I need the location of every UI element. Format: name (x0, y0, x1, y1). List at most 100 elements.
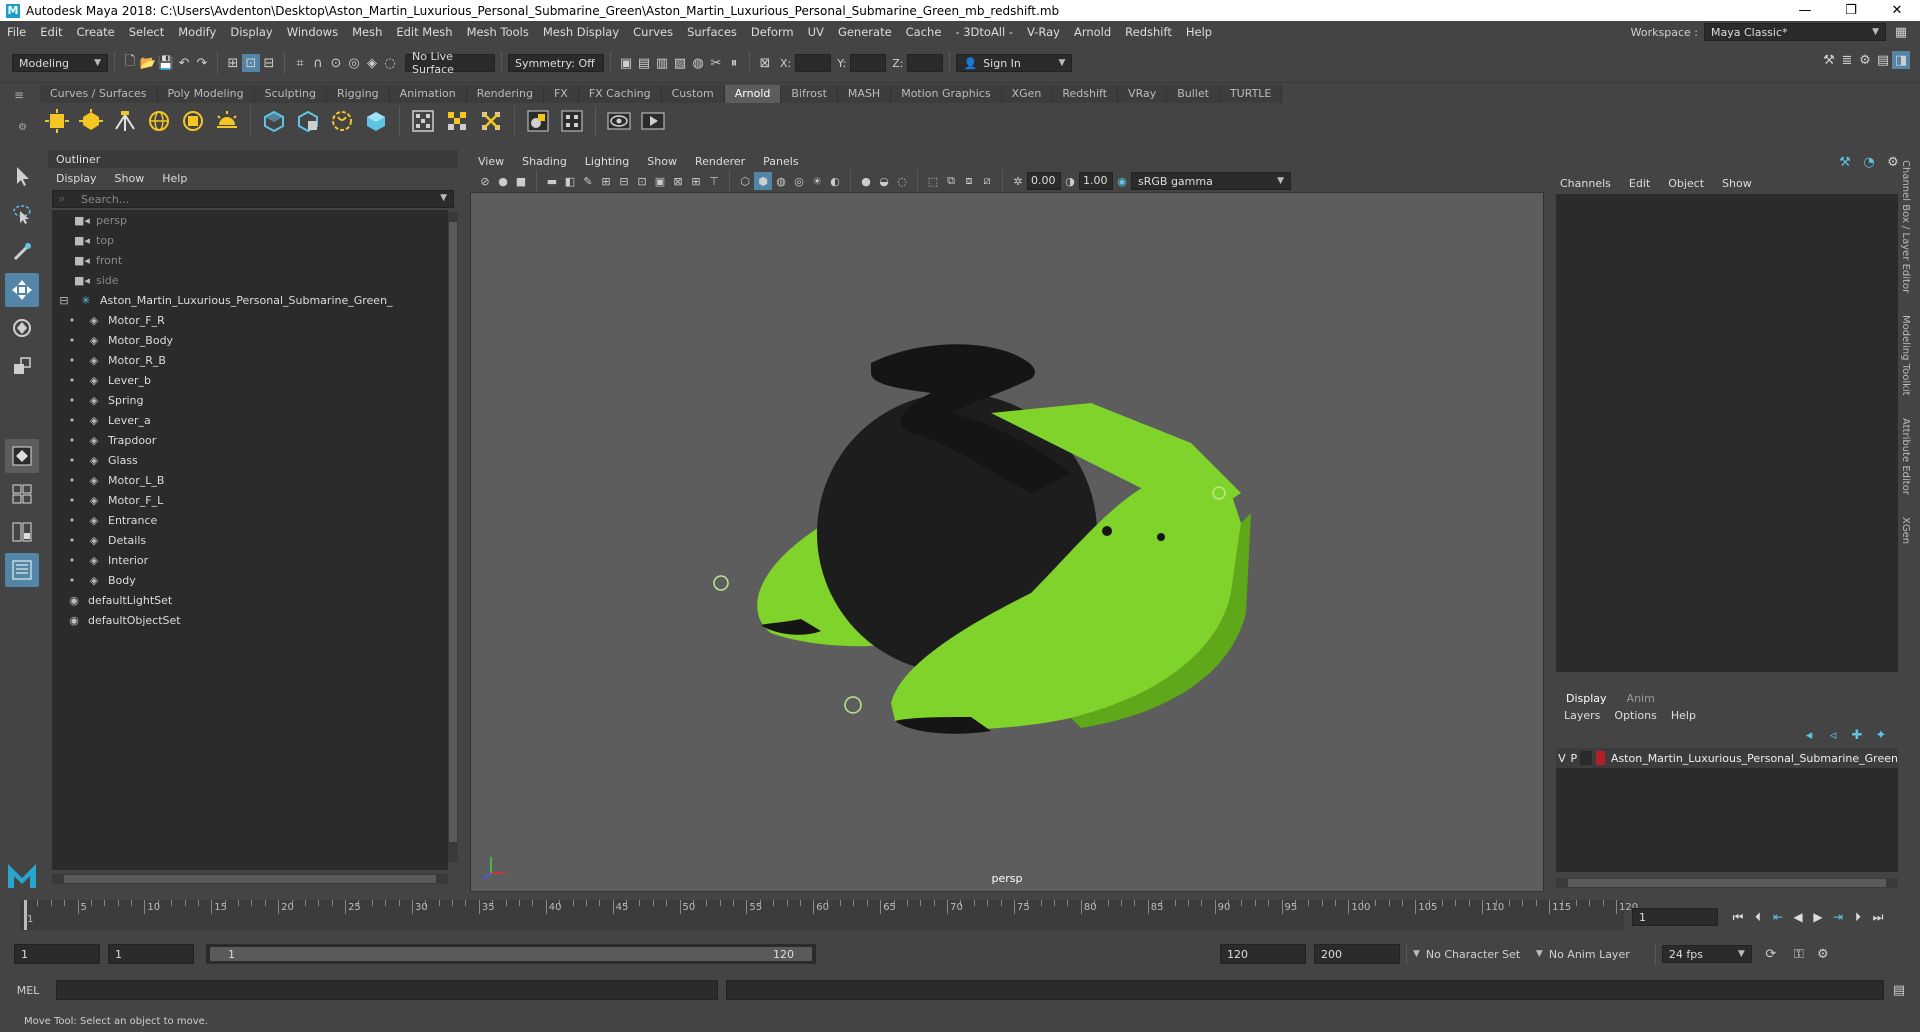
snap-curve-icon[interactable]: ∩ (309, 54, 327, 72)
auto-key-icon[interactable]: ⚿ (1790, 945, 1808, 963)
menu-select[interactable]: Select (122, 25, 171, 39)
arnold-area-light-icon[interactable] (42, 106, 72, 136)
shelf-tab-vray[interactable]: VRay (1118, 85, 1168, 103)
select-object-icon[interactable]: ⊡ (242, 54, 260, 72)
isolate-select-icon[interactable]: ⬚ (924, 172, 942, 190)
xray-icon[interactable]: ⧉ (942, 172, 960, 190)
snap-grid-icon[interactable]: ⌗ (291, 54, 309, 72)
layer-hscroll-thumb[interactable] (1568, 879, 1886, 887)
arnold-texture-manager-icon[interactable] (476, 106, 506, 136)
shelf-tab-mash[interactable]: MASH (837, 85, 892, 103)
field-chart-icon[interactable]: ⊠ (669, 172, 687, 190)
lights-icon[interactable]: ☀ (808, 172, 826, 190)
shelf-tab-rendering[interactable]: Rendering (466, 85, 544, 103)
smooth-shade-icon[interactable]: ⬢ (754, 172, 772, 190)
tree-item-lever-b[interactable]: • ◈ Lever_b (52, 370, 448, 390)
arnold-skydome-light-icon[interactable] (144, 106, 174, 136)
tree-item-camera-top[interactable]: ■◂ top (52, 230, 448, 250)
menu-file[interactable]: File (0, 25, 33, 39)
arnold-shader-icon[interactable] (523, 106, 553, 136)
tree-item-camera-front[interactable]: ■◂ front (52, 250, 448, 270)
menu-arnold[interactable]: Arnold (1067, 25, 1118, 39)
menu-mesh-tools[interactable]: Mesh Tools (460, 25, 536, 39)
anim-prefs-icon[interactable]: ⚙ (1814, 945, 1832, 963)
gate-mask-icon[interactable]: ▣ (651, 172, 669, 190)
xray-joints-icon[interactable]: ⧈ (960, 172, 978, 190)
two-view-layout-icon[interactable] (5, 515, 39, 549)
playback-end-field[interactable]: 120 (1220, 944, 1306, 964)
expand-dot-icon[interactable]: • (64, 394, 80, 407)
current-time-indicator[interactable] (24, 900, 27, 930)
viewport-menu-renderer[interactable]: Renderer (695, 155, 745, 168)
move-tool-icon[interactable] (5, 273, 39, 307)
camera-attributes-icon[interactable]: ● (494, 172, 512, 190)
side-tab-modeling-toolkit[interactable]: Modeling Toolkit (1900, 315, 1911, 396)
maximize-button[interactable]: ❐ (1828, 3, 1874, 18)
paint-select-icon[interactable] (5, 235, 39, 269)
snap-live-icon[interactable]: ◌ (381, 54, 399, 72)
lasso-tool-icon[interactable] (5, 197, 39, 231)
shelf-tab-animation[interactable]: Animation (389, 85, 467, 103)
resolution-gate-icon[interactable]: ⊡ (633, 172, 651, 190)
shelf-tab-xgen[interactable]: XGen (1001, 85, 1053, 103)
arnold-ipr-eye-icon[interactable] (604, 106, 634, 136)
save-scene-icon[interactable]: 💾 (157, 54, 175, 72)
hypershade-icon[interactable]: ◍ (689, 54, 707, 72)
menu-display[interactable]: Display (223, 25, 279, 39)
viewport-menu-shading[interactable]: Shading (522, 155, 567, 168)
2d-pan-icon[interactable]: ◧ (561, 172, 579, 190)
expand-dot-icon[interactable]: • (64, 494, 80, 507)
tree-item-motor-r-b[interactable]: • ◈ Motor_R_B (52, 350, 448, 370)
step-forward-key-icon[interactable]: ⇥ (1828, 910, 1848, 924)
exposure-icon[interactable]: ✲ (1009, 172, 1027, 190)
layer-visibility-toggle[interactable]: V (1556, 752, 1568, 765)
time-slider[interactable]: 1 5 10 15 20 25 30 35 40 45 50 55 60 65 70 75 80 85 90 95 10… (20, 900, 1638, 930)
range-slider-handle[interactable]: 1 120 (210, 947, 812, 961)
color-management-icon[interactable]: ◉ (1113, 172, 1131, 190)
play-backwards-icon[interactable]: ◀ (1788, 910, 1808, 924)
menu-edit-mesh[interactable]: Edit Mesh (389, 25, 459, 39)
menu-3dtoall[interactable]: - 3DtoAll - (948, 25, 1020, 39)
arnold-light-portal-icon[interactable] (178, 106, 208, 136)
mel-input[interactable] (56, 980, 718, 1000)
viewport-menu-view[interactable]: View (478, 155, 504, 168)
safe-title-icon[interactable]: ⊤ (705, 172, 723, 190)
workspace-layout-icon[interactable]: ▦ (1892, 23, 1910, 41)
arnold-standin-icon[interactable] (259, 106, 289, 136)
pause-icon[interactable]: ⏸ (725, 54, 743, 72)
new-scene-icon[interactable]: 🗋 (121, 54, 139, 72)
image-plane-icon[interactable]: ▬ (543, 172, 561, 190)
minimize-button[interactable]: — (1782, 3, 1828, 18)
render-sequence-icon[interactable]: ▤ (635, 54, 653, 72)
outliner-hscroll-thumb[interactable] (64, 875, 436, 883)
arnold-render-view-icon[interactable] (408, 106, 438, 136)
channel-box-menu-show[interactable]: Show (1722, 177, 1752, 190)
bookmark-icon[interactable]: ■ (512, 172, 530, 190)
menu-edit[interactable]: Edit (33, 25, 69, 39)
modeling-toolkit-icon[interactable]: ⚒ (1820, 51, 1838, 69)
arnold-render-play-icon[interactable] (638, 106, 668, 136)
collapse-toggle-icon[interactable]: ⊟ (56, 294, 72, 307)
channel-box-menu-object[interactable]: Object (1668, 177, 1704, 190)
viewport-menu-panels[interactable]: Panels (763, 155, 798, 168)
transform-mode-icon[interactable]: ⊠ (756, 54, 774, 72)
channel-box-pin-icon[interactable]: ⚒ (1836, 153, 1854, 171)
render-view-icon[interactable]: ✂ (707, 54, 725, 72)
snap-surface-icon[interactable]: ◈ (363, 54, 381, 72)
outliner-search-input[interactable]: ⌕ Search... ▼ (52, 190, 454, 208)
menu-create[interactable]: Create (70, 25, 122, 39)
gamma-field[interactable]: 1.00 (1079, 172, 1113, 190)
step-back-key-icon[interactable]: ⇤ (1768, 910, 1788, 924)
end-time-field[interactable]: 200 (1314, 944, 1400, 964)
expand-dot-icon[interactable]: • (64, 574, 80, 587)
viewport-persp[interactable]: persp (470, 192, 1544, 892)
channel-box-scroll-icon[interactable]: ◔ (1860, 153, 1878, 171)
sign-in-button[interactable]: 👤 Sign In ▼ (956, 54, 1073, 72)
layer-menu-layers[interactable]: Layers (1564, 709, 1600, 722)
close-button[interactable]: ✕ (1874, 3, 1920, 18)
expand-dot-icon[interactable]: • (64, 434, 80, 447)
menu-surfaces[interactable]: Surfaces (680, 25, 744, 39)
tree-item-motor-l-b[interactable]: • ◈ Motor_L_B (52, 470, 448, 490)
shelf-tab-arnold[interactable]: Arnold (724, 85, 782, 103)
tool-settings-icon[interactable]: ⚙ (1856, 51, 1874, 69)
